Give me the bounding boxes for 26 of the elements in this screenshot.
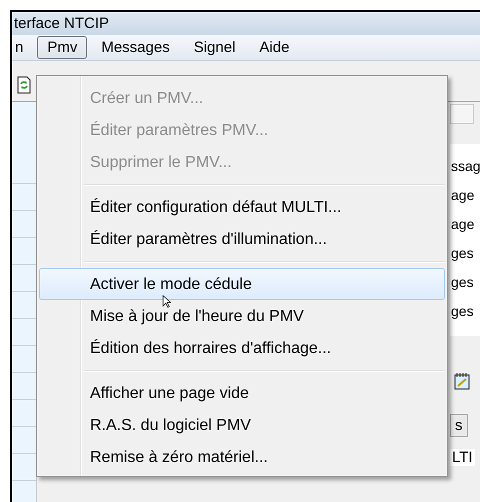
menu-item[interactable]: Afficher une page vide (39, 377, 445, 409)
list-item-text: ssag (450, 157, 480, 176)
menu-item[interactable]: Éditer paramètres d'illumination... (39, 223, 445, 255)
menu-bar-item[interactable]: Messages (91, 36, 180, 59)
menu-item[interactable]: R.A.S. du logiciel PMV (39, 409, 445, 441)
column-header: LTI (450, 449, 475, 466)
list-item-text: ges (450, 273, 475, 292)
window-title: terface NTCIP (13, 15, 110, 32)
mouse-pointer-icon (162, 295, 171, 308)
panel-box (450, 104, 474, 124)
menu-item[interactable]: Remise à zéro matériel... (39, 441, 445, 473)
list-item-text: age (450, 215, 476, 234)
menu-item[interactable]: Édition des horraires d'affichage... (39, 332, 445, 364)
tab[interactable]: s (450, 414, 468, 437)
notepad-icon[interactable] (454, 372, 470, 390)
list-item-text: age (450, 186, 476, 205)
list-item-text: ges (450, 302, 475, 321)
menu-item[interactable]: Éditer configuration défaut MULTI... (39, 191, 445, 223)
menu-item[interactable]: Mise à jour de l'heure du PMV (39, 300, 445, 332)
menu-bar-item[interactable]: Pmv (37, 36, 88, 59)
menu-bar-item[interactable]: n (12, 36, 34, 59)
list-item-text: ges (450, 244, 475, 263)
menu-item[interactable]: Activer le mode cédule (39, 268, 445, 300)
menu-bar-item[interactable]: Aide (249, 36, 300, 59)
refresh-document-icon[interactable] (17, 76, 31, 94)
menu-bar-item[interactable]: Signel (184, 36, 246, 59)
